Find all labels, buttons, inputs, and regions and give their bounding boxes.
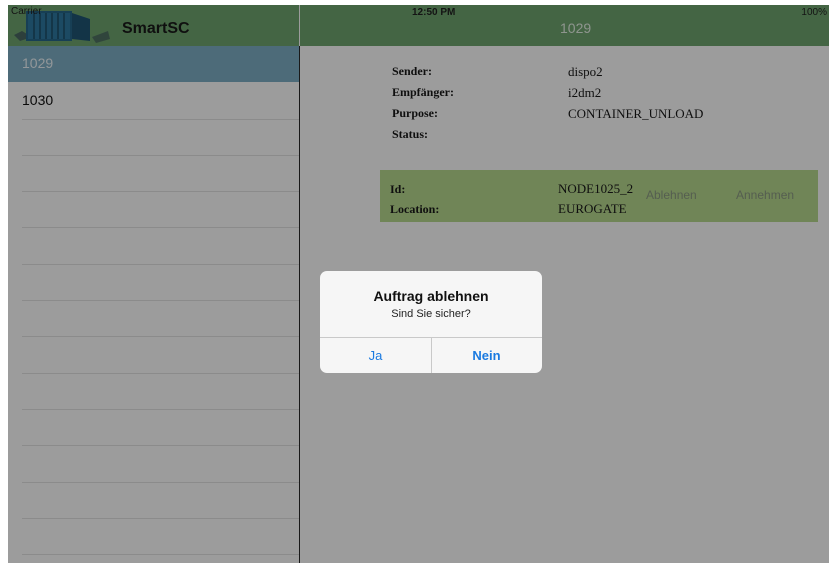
app-window: Carrier SmartSC 12:50 PM 100% 1029 1029 … — [8, 5, 829, 563]
yes-button[interactable]: Ja — [320, 338, 431, 373]
dialog-title: Auftrag ablehnen — [373, 288, 489, 304]
reject-confirmation-dialog: Auftrag ablehnen Sind Sie sicher? Ja Nei… — [320, 271, 542, 373]
dialog-message: Sind Sie sicher? — [391, 308, 471, 320]
no-button[interactable]: Nein — [431, 338, 542, 373]
